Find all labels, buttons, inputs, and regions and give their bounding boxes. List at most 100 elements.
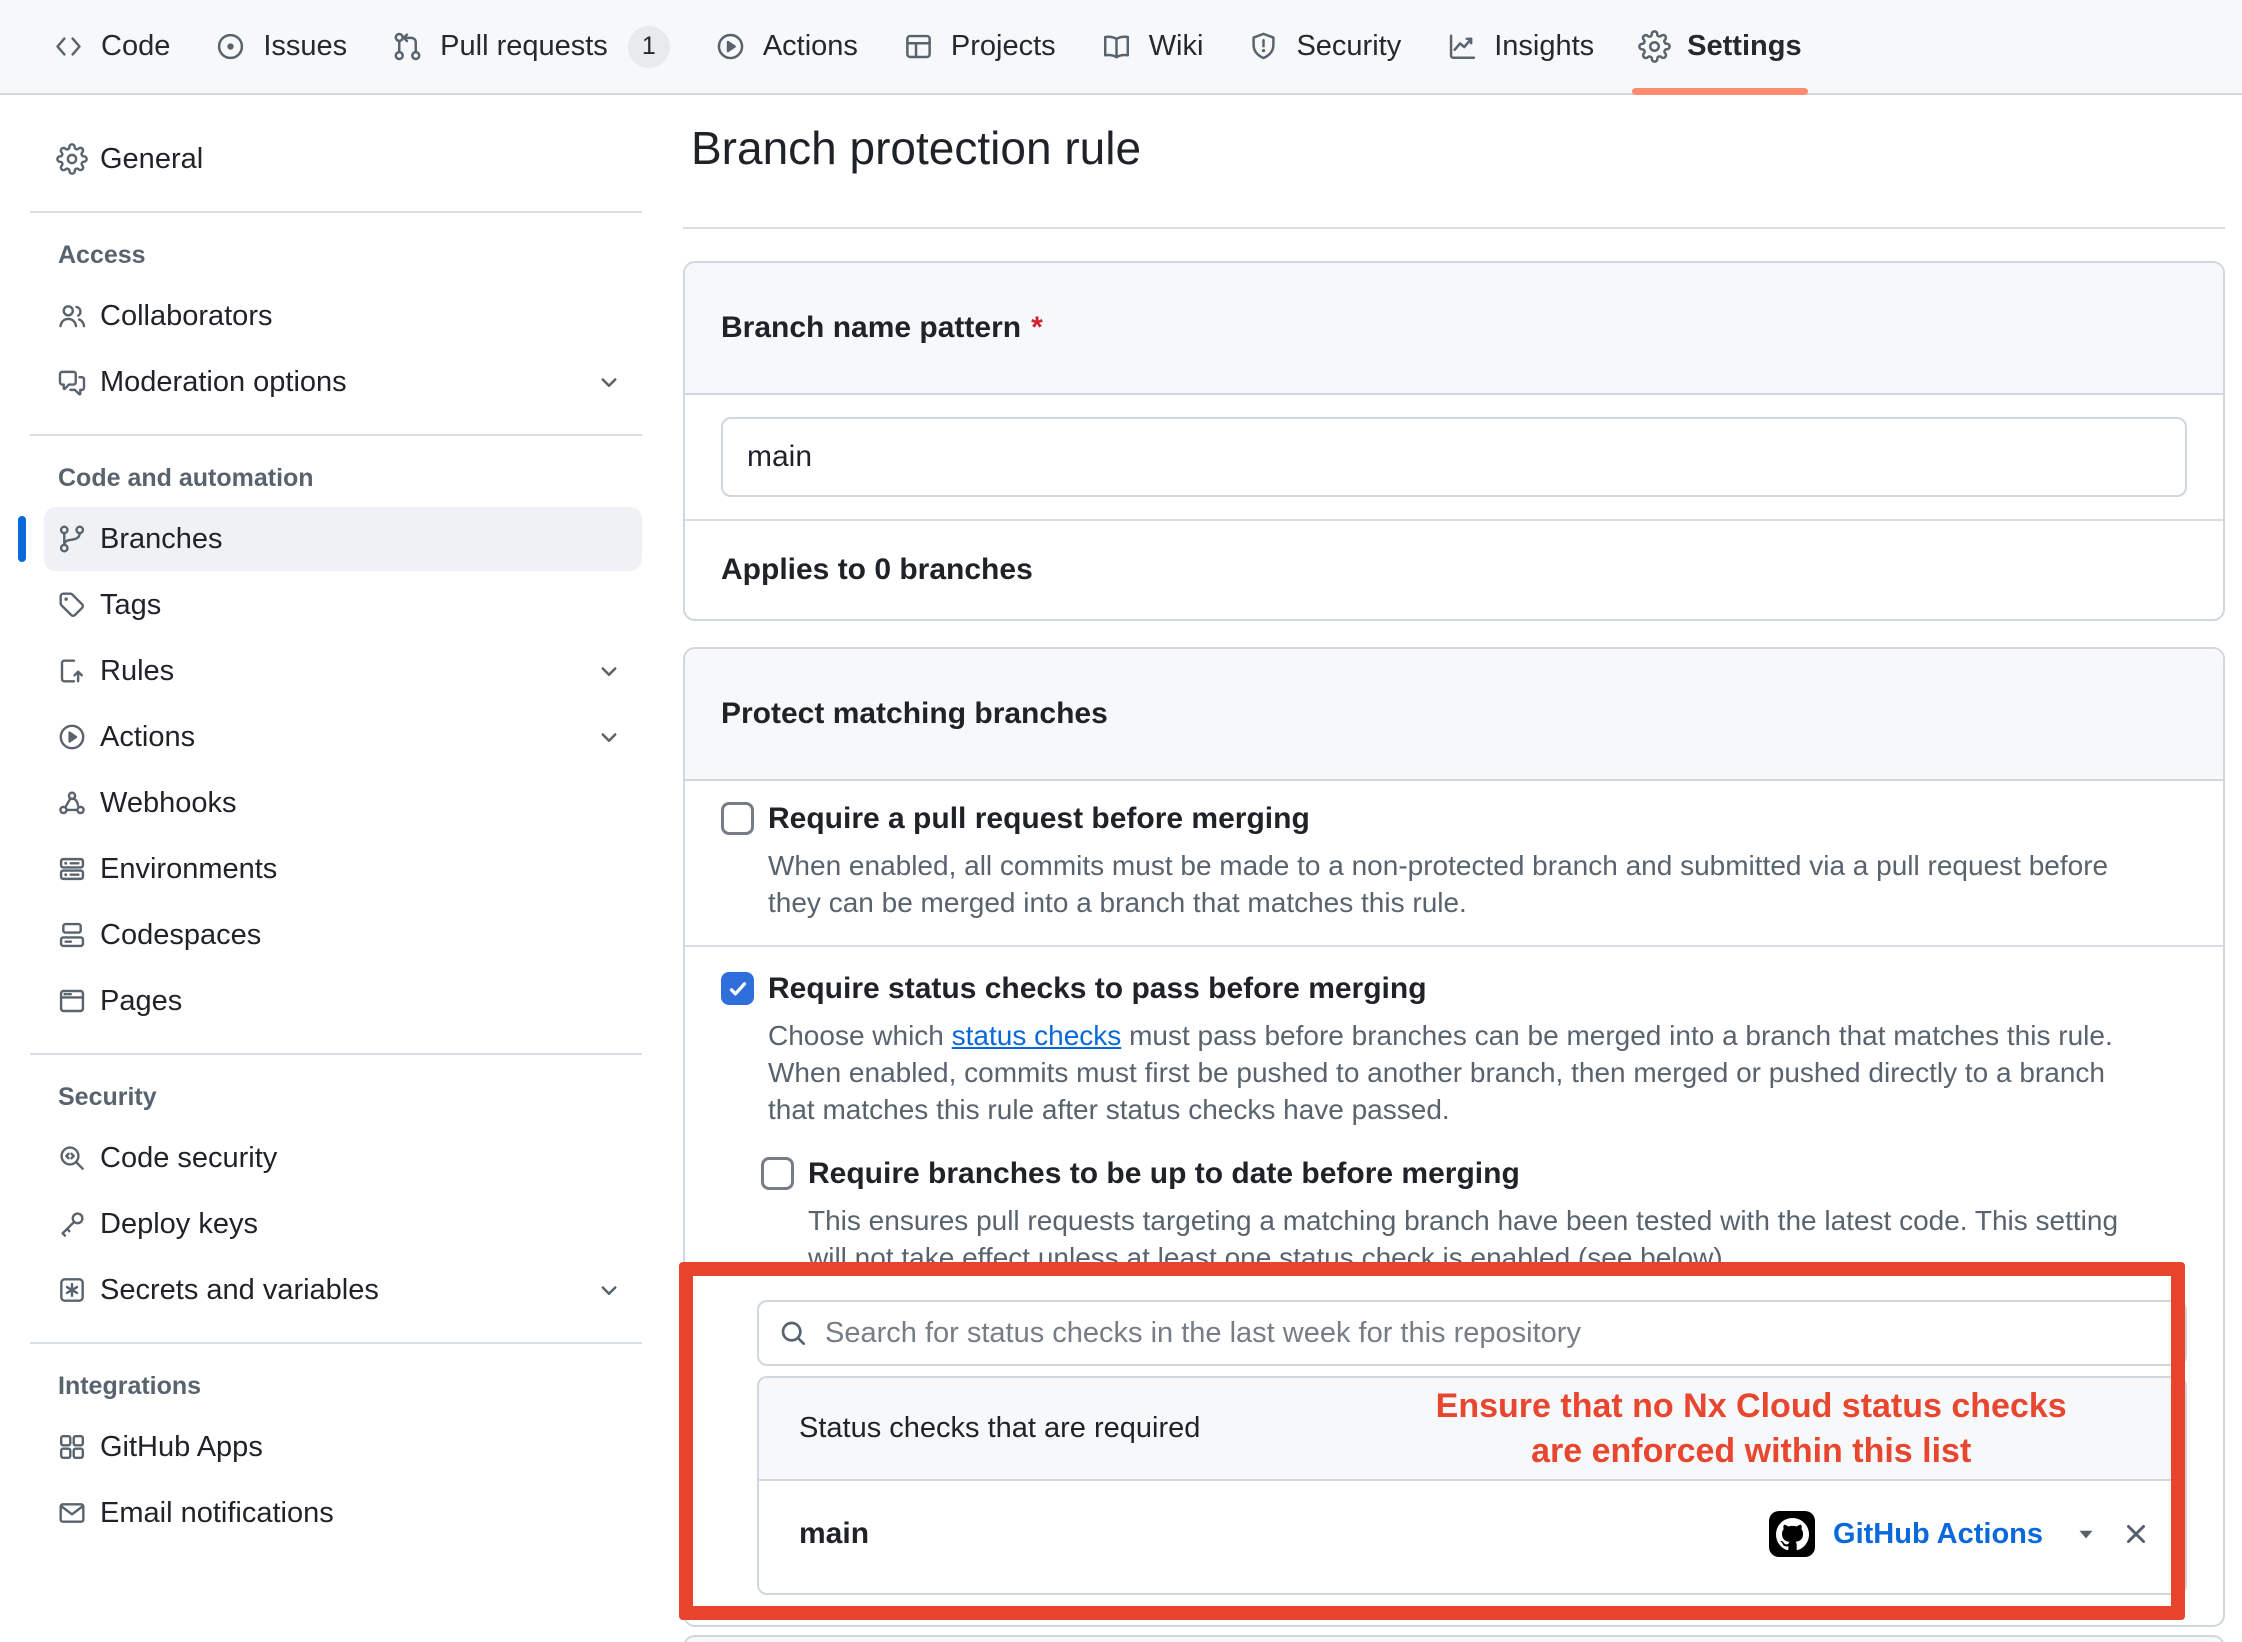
require-up-to-date-label[interactable]: Require branches to be up to date before… [808, 1154, 1520, 1194]
sidebar-divider [30, 1053, 642, 1055]
required-status-checks-box: Status checks that are required Ensure t… [757, 1376, 2187, 1595]
tab-label: Security [1296, 30, 1401, 63]
gear-icon [1638, 30, 1671, 63]
tab-label: Insights [1494, 30, 1594, 63]
sidebar-section-code-and-automation: Code and automation [58, 464, 642, 493]
sidebar-item-general[interactable]: General [44, 127, 642, 191]
branch-name-pattern-input[interactable] [721, 417, 2187, 497]
tab-code[interactable]: Code [30, 0, 192, 93]
key-icon [56, 1208, 88, 1240]
tab-issues[interactable]: Issues [192, 0, 369, 93]
github-actions-link[interactable]: GitHub Actions [1833, 1518, 2043, 1551]
repo-nav: Code Issues Pull requests 1 Actions Proj… [0, 0, 2242, 95]
sidebar-item-actions[interactable]: Actions [44, 705, 642, 769]
status-checks-search-input[interactable] [757, 1300, 2187, 1366]
gear-icon [56, 143, 88, 175]
sidebar-item-tags[interactable]: Tags [44, 573, 642, 637]
mail-icon [56, 1497, 88, 1529]
required-asterisk: * [1031, 311, 1043, 344]
caret-down-icon[interactable] [2073, 1521, 2099, 1547]
sidebar-item-rules[interactable]: Rules [44, 639, 642, 703]
graph-icon [1445, 30, 1478, 63]
sidebar-item-secrets-and-variables[interactable]: Secrets and variables [44, 1258, 642, 1322]
github-logo-icon [1769, 1511, 1815, 1557]
sidebar-item-label: Branches [100, 523, 223, 556]
sidebar-item-branches[interactable]: Branches [44, 507, 642, 571]
sidebar-divider [30, 434, 642, 436]
protect-matching-branches-card: Protect matching branches Require a pull… [683, 647, 2225, 1627]
description-text: Choose which [768, 1020, 952, 1051]
pull-request-icon [391, 30, 424, 63]
play-icon [56, 721, 88, 753]
sidebar-item-deploy-keys[interactable]: Deploy keys [44, 1192, 642, 1256]
tab-pull-requests[interactable]: Pull requests 1 [369, 0, 692, 93]
codespaces-icon [56, 919, 88, 951]
tab-label: Issues [263, 30, 347, 63]
sidebar-item-label: Code security [100, 1142, 277, 1175]
sidebar-item-label: Tags [100, 589, 161, 622]
sidebar-divider [30, 211, 642, 213]
chevron-down-icon [594, 656, 624, 686]
sidebar-section-integrations: Integrations [58, 1372, 642, 1401]
tab-insights[interactable]: Insights [1423, 0, 1616, 93]
sidebar-item-label: Environments [100, 853, 277, 886]
sidebar-item-codespaces[interactable]: Codespaces [44, 903, 642, 967]
require-status-checks-checkbox[interactable] [721, 972, 754, 1005]
settings-sidebar: General Access Collaborators Moderation … [0, 95, 662, 1547]
option-require-status-checks: Require status checks to pass before mer… [685, 945, 2223, 1625]
require-pull-request-checkbox[interactable] [721, 802, 754, 835]
rules-icon [56, 655, 88, 687]
require-status-checks-label[interactable]: Require status checks to pass before mer… [768, 969, 1427, 1009]
require-pull-request-label[interactable]: Require a pull request before merging [768, 799, 1310, 839]
issue-opened-icon [214, 30, 247, 63]
browser-icon [56, 985, 88, 1017]
annotation-line2: are enforced within this list [1531, 1432, 1971, 1470]
sidebar-item-email-notifications[interactable]: Email notifications [44, 1481, 642, 1545]
annotation-text: Ensure that no Nx Cloud status checks ar… [1329, 1384, 2173, 1474]
sidebar-item-code-security[interactable]: Code security [44, 1126, 642, 1190]
comment-discussion-icon [56, 366, 88, 398]
git-branch-icon [56, 523, 88, 555]
sidebar-section-security: Security [58, 1083, 642, 1112]
sidebar-item-collaborators[interactable]: Collaborators [44, 284, 642, 348]
remove-status-check-icon[interactable] [2121, 1519, 2151, 1549]
book-icon [1100, 30, 1133, 63]
sidebar-item-github-apps[interactable]: GitHub Apps [44, 1415, 642, 1479]
tab-security[interactable]: Security [1225, 0, 1423, 93]
tab-projects[interactable]: Projects [880, 0, 1078, 93]
sidebar-item-label: Codespaces [100, 919, 261, 952]
asterisk-box-icon [56, 1274, 88, 1306]
play-icon [714, 30, 747, 63]
tab-label: Code [101, 30, 170, 63]
tab-actions[interactable]: Actions [692, 0, 880, 93]
required-status-checks-header: Status checks that are required Ensure t… [759, 1378, 2185, 1481]
sidebar-item-label: Actions [100, 721, 195, 754]
pull-requests-count-badge: 1 [628, 26, 670, 68]
shield-icon [1247, 30, 1280, 63]
branch-name-pattern-card: Branch name pattern* Applies to 0 branch… [683, 261, 2225, 621]
branch-name-pattern-body [685, 395, 2223, 519]
branch-name-pattern-header: Branch name pattern* [685, 263, 2223, 395]
sidebar-item-moderation-options[interactable]: Moderation options [44, 350, 642, 414]
option-require-up-to-date: Require branches to be up to date before… [761, 1154, 2187, 1276]
chevron-down-icon [594, 1275, 624, 1305]
status-check-row: main GitHub Actions [759, 1481, 2185, 1593]
sidebar-item-label: Webhooks [100, 787, 237, 820]
tab-wiki[interactable]: Wiki [1078, 0, 1226, 93]
code-icon [52, 30, 85, 63]
webhook-icon [56, 787, 88, 819]
sidebar-item-label: Deploy keys [100, 1208, 258, 1241]
status-checks-search-wrap [757, 1300, 2187, 1366]
tab-settings[interactable]: Settings [1616, 0, 1823, 93]
require-up-to-date-checkbox[interactable] [761, 1157, 794, 1190]
server-icon [56, 853, 88, 885]
tab-label: Settings [1687, 30, 1801, 63]
sidebar-item-pages[interactable]: Pages [44, 969, 642, 1033]
status-checks-link[interactable]: status checks [952, 1020, 1122, 1051]
page-title: Branch protection rule [691, 121, 2225, 175]
tab-label: Wiki [1149, 30, 1204, 63]
sidebar-item-webhooks[interactable]: Webhooks [44, 771, 642, 835]
require-status-checks-description: Choose which status checks must pass bef… [768, 1017, 2113, 1128]
sidebar-item-environments[interactable]: Environments [44, 837, 642, 901]
chevron-down-icon [594, 367, 624, 397]
